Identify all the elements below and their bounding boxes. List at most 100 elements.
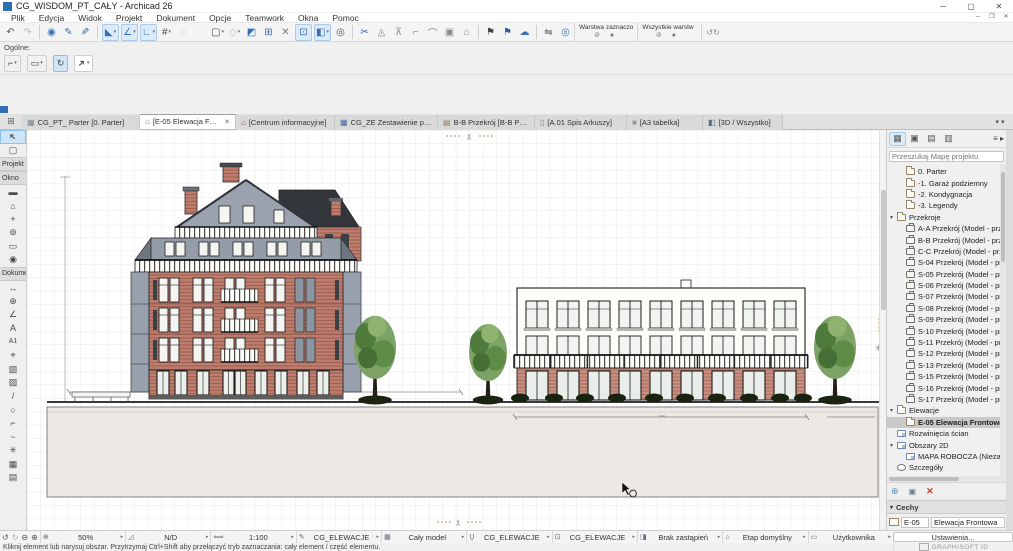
cloud-icon[interactable]: ◎ [558, 25, 573, 40]
minimize-button[interactable]: ─ [929, 0, 957, 12]
layer-visibility-icons[interactable]: ⊘ ● [594, 31, 618, 40]
tree-item[interactable]: Rozwinięcia ścian [887, 428, 1006, 439]
stretch-icon[interactable]: ◧▾ [314, 24, 331, 41]
tree-item[interactable]: S-13 Przekrój (Model - przebu [887, 360, 1006, 371]
virtual-trace-icon[interactable]: ✂ [357, 25, 372, 40]
tool-level-dimension[interactable]: ⊕ [0, 294, 26, 308]
zoom-in-icon[interactable]: ⊕ [31, 533, 38, 542]
tab-3[interactable]: ⌂[Centrum informacyjne] [236, 115, 335, 130]
item-id-field[interactable] [901, 517, 929, 528]
snap-reference-icon[interactable]: ◌ [176, 25, 191, 40]
menu-item-teamwork[interactable]: Teamwork [238, 13, 291, 23]
quick-option-scale[interactable]: ⟺1:100▸ [210, 531, 295, 543]
minimized-palette-chip[interactable] [0, 106, 8, 113]
tab-6[interactable]: ▯[A.01 Spis Arkuszy] [535, 115, 627, 130]
tree-item[interactable]: ▾Przekroje [887, 212, 1006, 223]
tool-slab[interactable]: ▭ [0, 240, 26, 254]
menu-item-projekt[interactable]: Projekt [109, 13, 149, 23]
graphisoft-id[interactable]: GRAPHISOFT ID [893, 543, 1013, 551]
leaf-b-icon[interactable]: ◇▾ [227, 25, 242, 40]
tree-item[interactable]: S-08 Przekrój (Model - przebu [887, 303, 1006, 314]
quick-option-model-filter[interactable]: ▦Cały model▸ [381, 531, 466, 543]
tool-marquee[interactable]: ▢ [0, 144, 26, 158]
tool-hotspot[interactable]: ⌖ [0, 349, 26, 363]
undo-icon[interactable]: ↶ [3, 25, 18, 40]
toolbar-icon[interactable]: ∠▾ [121, 24, 138, 41]
tool-dimension[interactable]: ↔ [0, 281, 26, 295]
adjust-icon[interactable]: ⌐ [408, 25, 423, 40]
delete-item-icon[interactable]: ✕ [926, 486, 934, 497]
tool-drawing[interactable]: ▤ [0, 471, 26, 485]
tool-polyline[interactable]: ⌐ [0, 417, 26, 431]
orient-icon[interactable]: ◬ [374, 25, 389, 40]
canvas-vertical-scrollbar[interactable] [879, 130, 886, 530]
layer-visibility-icons[interactable]: ⊘ ● [656, 31, 680, 40]
pick-up-parameters-icon[interactable]: ✎ [78, 25, 93, 40]
quick-option-pen-set[interactable]: ✎CG_ELEWACJE▸ [296, 531, 381, 543]
box-icon[interactable]: ⚑ [483, 25, 498, 40]
tree-item[interactable]: -3. Legendy [887, 200, 1006, 211]
quick-option-orientation[interactable]: ◿N/D▸ [125, 531, 210, 543]
quick-option-layer-combination[interactable]: ŲCG_ELEWACJE▸ [466, 531, 551, 543]
tree-horizontal-scrollbar[interactable] [887, 476, 1006, 482]
leaf-a-icon[interactable]: ▢▾ [210, 25, 225, 40]
geometry-method-button[interactable]: ▭▾ [27, 55, 47, 72]
tree-item[interactable]: Szczegóły [887, 462, 1006, 473]
toolbox-section-okno[interactable]: Okno [0, 171, 26, 185]
duplicate-item-icon[interactable]: ▣ [909, 487, 917, 496]
tree-item[interactable]: A-A Przekrój (Model - przebu [887, 223, 1006, 234]
toolbar-icon[interactable]: ◉ [44, 25, 59, 40]
expander-icon[interactable]: ▾ [890, 407, 897, 414]
zoom-back-icon[interactable]: ↺ [2, 533, 9, 542]
tab-overflow-button[interactable]: ▾ ▾ [987, 114, 1013, 130]
tree-item[interactable]: S-16 Przekrój (Model - przebu [887, 382, 1006, 393]
menu-item-edycja[interactable]: Edycja [32, 13, 72, 23]
flag-new-icon[interactable]: ⇋ [541, 25, 556, 40]
zoom-forward-icon[interactable]: ↻ [12, 533, 19, 542]
menu-item-pomoc[interactable]: Pomoc [325, 13, 365, 23]
transform-icon[interactable]: ✕ [278, 25, 293, 40]
tree-item[interactable]: S-17 Przekrój (Model - przebu [887, 394, 1006, 405]
drawing-canvas[interactable]: ✂ ✂ ✳ [27, 130, 886, 530]
tool-figure[interactable]: ▦ [0, 457, 26, 471]
tree-item[interactable]: 0. Parter [887, 166, 1006, 177]
doc-close-button[interactable]: ✕ [999, 13, 1013, 22]
anchor-point-button[interactable]: ⌐▾ [4, 55, 21, 72]
project-map-icon[interactable]: ▦ [889, 132, 906, 146]
grid-snap-icon[interactable]: ◌ [193, 25, 208, 40]
menu-item-plik[interactable]: Plik [4, 13, 32, 23]
restore-button[interactable]: ▢ [957, 0, 985, 12]
guide-lines-icon[interactable]: ∟▾ [140, 24, 157, 41]
doc-restore-button[interactable]: ❐ [985, 13, 999, 22]
tool-arrow[interactable]: ➔ [0, 130, 26, 144]
trace-reference-icon[interactable]: ◎ [333, 25, 348, 40]
tree-item[interactable]: B-B Przekrój (Model - przebu [887, 234, 1006, 245]
tree-item[interactable]: ▾Elewacje [887, 405, 1006, 416]
tree-item[interactable]: MAPA ROBOCZA (Niezależny) [887, 451, 1006, 462]
menu-item-opcje[interactable]: Opcje [202, 13, 238, 23]
tree-item[interactable]: ▾Obszary 2D [887, 439, 1006, 450]
flag-icon[interactable]: ☁ [517, 25, 532, 40]
quick-option-overrides[interactable]: ◨Brak zastąpień▸ [637, 531, 722, 543]
home-icon[interactable]: ⚑ [500, 25, 515, 40]
tree-item[interactable]: S-04 Przekrój (Model - przebu [887, 257, 1006, 268]
inject-parameters-icon[interactable]: ◣▾ [102, 24, 119, 41]
tab-2[interactable]: ⌂[E-05 Elewacja Frontowa]✕ [140, 114, 236, 129]
menu-item-dokument[interactable]: Dokument [149, 13, 202, 23]
close-button[interactable]: ✕ [985, 0, 1013, 12]
tree-item[interactable]: S-07 Przekrój (Model - przebu [887, 291, 1006, 302]
tab-close-icon[interactable]: ✕ [224, 118, 230, 126]
quad-view-icon[interactable]: ⊞ [0, 114, 22, 130]
tree-item[interactable]: -1. Garaż podziemny [887, 177, 1006, 188]
quick-option-profile[interactable]: ▭Użytkownika▸ [808, 531, 893, 543]
tree-item[interactable]: S-10 Przekrój (Model - przebu [887, 325, 1006, 336]
tab-7[interactable]: ■[A3 tabelka] [627, 115, 703, 130]
tool-object[interactable]: ⊚ [0, 226, 26, 240]
menu-item-okna[interactable]: Okna [291, 13, 325, 23]
intersect-icon[interactable]: ⌒ [425, 25, 440, 40]
arrow-info-icon[interactable]: ✎ [61, 25, 76, 40]
zoom-out-icon[interactable]: ⊖ [21, 533, 28, 542]
slope-guide-icon[interactable]: #▾ [159, 25, 174, 40]
tree-item[interactable]: S-12 Przekrój (Model - przebu [887, 348, 1006, 359]
tool-roof[interactable]: ⌂ [0, 199, 26, 213]
